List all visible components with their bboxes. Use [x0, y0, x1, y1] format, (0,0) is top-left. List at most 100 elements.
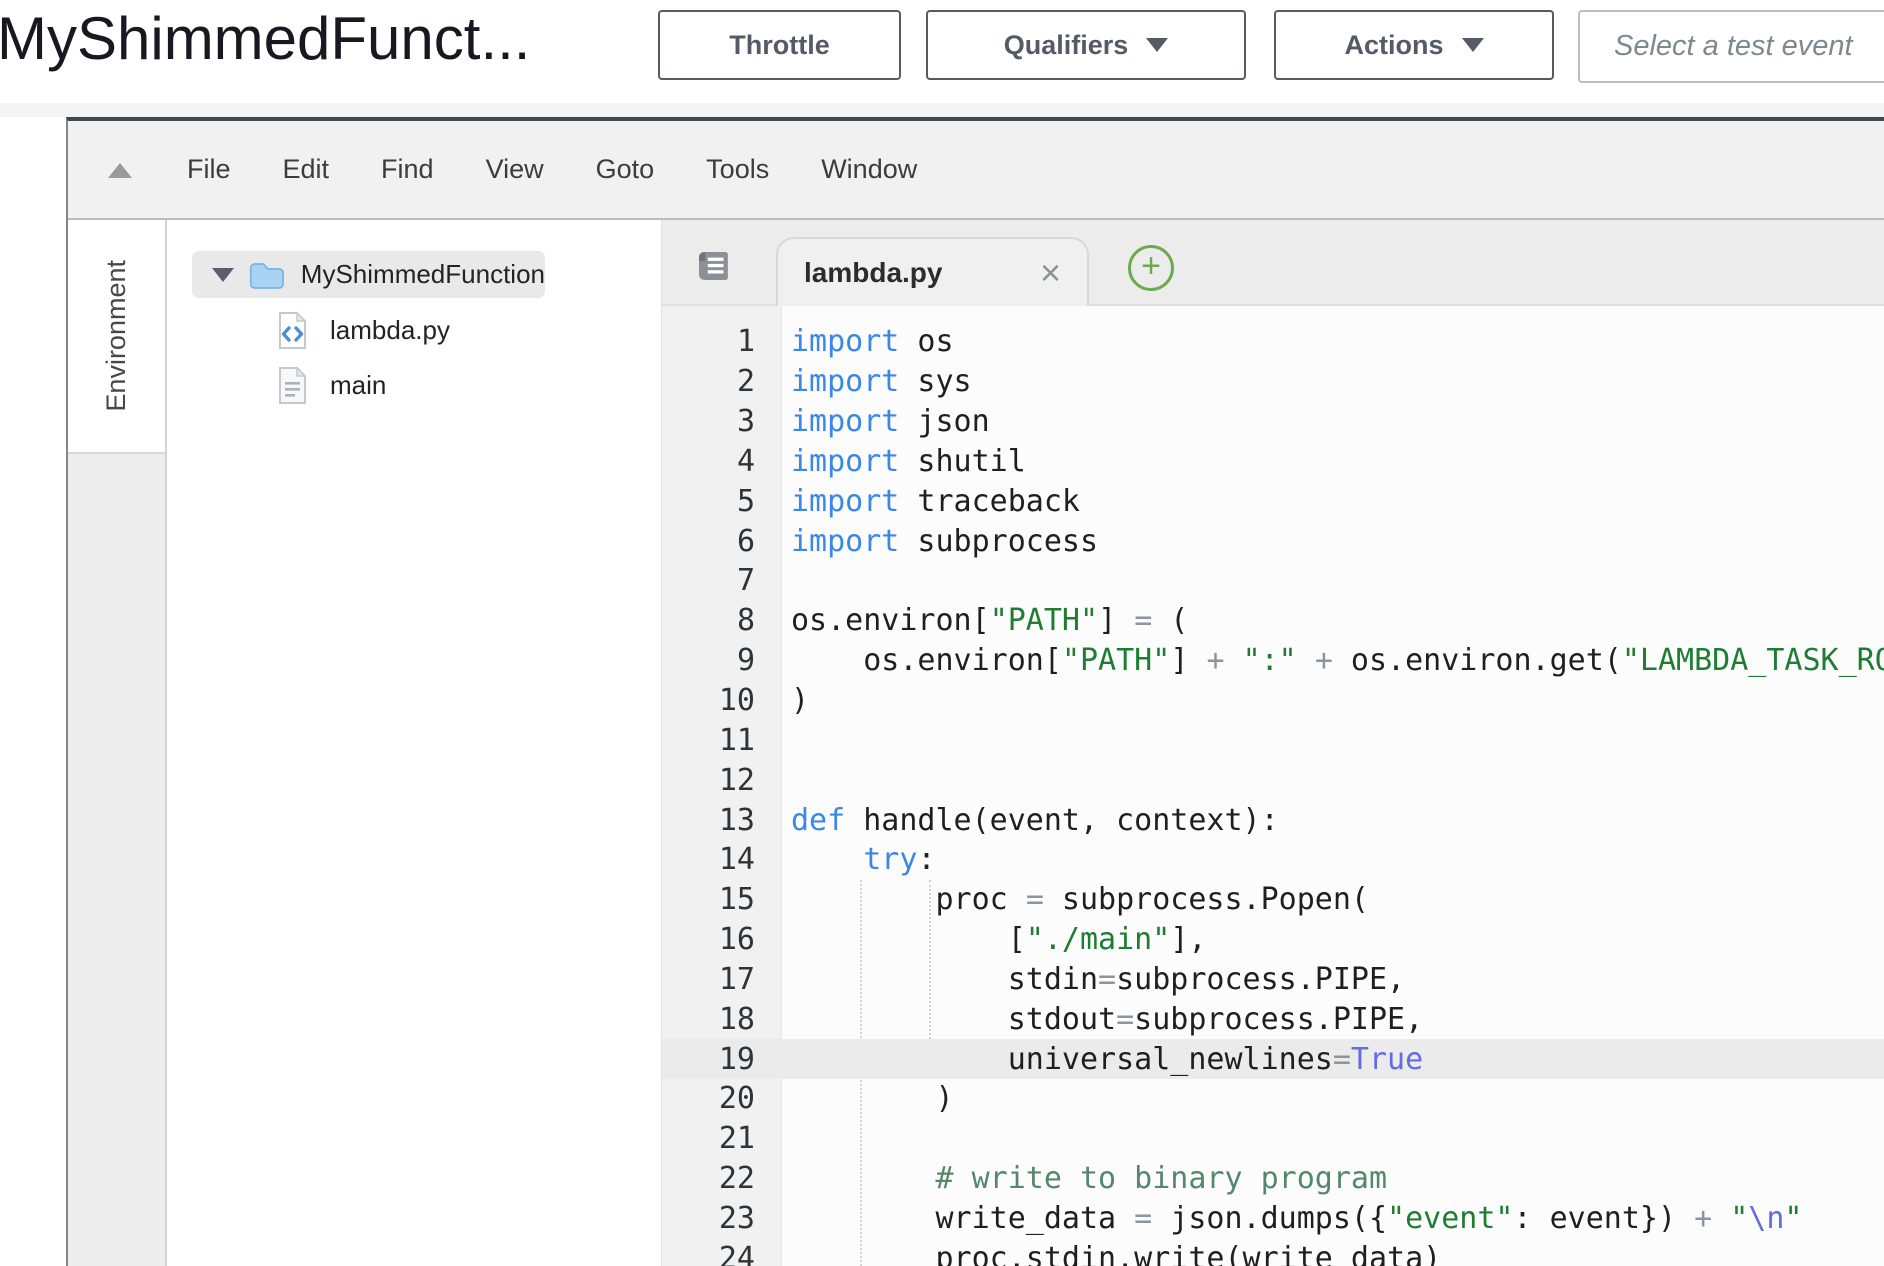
code-line-19[interactable]: 19 universal_newlines=True: [662, 1039, 1884, 1079]
code-line-10[interactable]: 10): [662, 681, 1884, 721]
code-line-9[interactable]: 9 os.environ["PATH"] + ":" + os.environ.…: [662, 641, 1884, 681]
menu-item-view[interactable]: View: [486, 154, 544, 185]
code-text: ["./main"],: [781, 922, 1206, 957]
line-number: 5: [662, 484, 781, 519]
tab-label: lambda.py: [804, 257, 942, 289]
code-line-24[interactable]: 24 proc.stdin.write(write_data): [662, 1238, 1884, 1266]
line-number: 20: [662, 1081, 781, 1116]
environment-tab[interactable]: Environment: [68, 220, 165, 454]
line-number: 6: [662, 524, 781, 559]
code-text: ): [781, 1081, 954, 1116]
line-number: 16: [662, 922, 781, 957]
code-line-12[interactable]: 12: [662, 760, 1884, 800]
code-text: os.environ["PATH"] + ":" + os.environ.ge…: [781, 643, 1884, 678]
folder-icon: [249, 258, 285, 291]
code-text: import subprocess: [781, 524, 1098, 559]
actions-button-label: Actions: [1344, 30, 1443, 61]
code-line-5[interactable]: 5import traceback: [662, 481, 1884, 521]
line-number: 10: [662, 683, 781, 718]
code-text: os.environ["PATH"] = (: [781, 603, 1188, 638]
code-text: try:: [781, 842, 936, 877]
open-files-list-icon[interactable]: [692, 245, 734, 287]
qualifiers-dropdown-button[interactable]: Qualifiers: [926, 10, 1246, 80]
tree-folder-row[interactable]: MyShimmedFunction: [192, 251, 545, 298]
left-panel-strip: Environment: [68, 220, 167, 1266]
code-text: write_data = json.dumps({"event": event}…: [781, 1201, 1802, 1236]
editor-tab-bar: lambda.py × +: [662, 220, 1884, 306]
function-name-title: MyShimmedFunct...: [0, 4, 530, 73]
menu-item-window[interactable]: Window: [821, 154, 917, 185]
folder-expanded-icon[interactable]: [212, 268, 234, 282]
close-tab-icon[interactable]: ×: [1040, 255, 1061, 291]
test-event-placeholder: Select a test event: [1614, 30, 1853, 63]
caret-down-icon: [1462, 38, 1484, 52]
line-number: 1: [662, 324, 781, 359]
code-file-icon: [277, 311, 308, 350]
test-event-select[interactable]: Select a test event: [1578, 10, 1884, 83]
line-number: 23: [662, 1201, 781, 1236]
line-number: 2: [662, 364, 781, 399]
tree-file-main[interactable]: main: [277, 362, 386, 409]
code-text: proc.stdin.write(write_data): [781, 1241, 1441, 1266]
menu-item-find[interactable]: Find: [381, 154, 434, 185]
throttle-button[interactable]: Throttle: [658, 10, 901, 80]
code-line-20[interactable]: 20 ): [662, 1079, 1884, 1119]
code-line-17[interactable]: 17 stdin=subprocess.PIPE,: [662, 960, 1884, 1000]
code-line-3[interactable]: 3import json: [662, 402, 1884, 442]
editor-menu-bar: File Edit Find View Goto Tools Window: [68, 121, 1884, 220]
menu-item-goto[interactable]: Goto: [596, 154, 655, 185]
menu-item-edit[interactable]: Edit: [283, 154, 330, 185]
code-line-4[interactable]: 4import shutil: [662, 442, 1884, 482]
code-line-7[interactable]: 7: [662, 561, 1884, 601]
line-number: 14: [662, 842, 781, 877]
code-line-11[interactable]: 11: [662, 720, 1884, 760]
code-line-22[interactable]: 22 # write to binary program: [662, 1159, 1884, 1199]
throttle-button-label: Throttle: [729, 30, 830, 61]
line-number: 4: [662, 444, 781, 479]
menu-item-file[interactable]: File: [187, 154, 231, 185]
collapse-panel-icon[interactable]: [108, 163, 132, 178]
caret-down-icon: [1146, 38, 1168, 52]
line-number: 9: [662, 643, 781, 678]
code-line-18[interactable]: 18 stdout=subprocess.PIPE,: [662, 999, 1884, 1039]
code-editor-region: lambda.py × + 1import os2import sys3impo…: [661, 220, 1884, 1266]
tree-folder-label: MyShimmedFunction: [301, 259, 545, 290]
line-number: 3: [662, 404, 781, 439]
code-line-15[interactable]: 15 proc = subprocess.Popen(: [662, 880, 1884, 920]
tab-lambda-py[interactable]: lambda.py ×: [776, 237, 1089, 306]
tree-file-lambda-py[interactable]: lambda.py: [277, 307, 450, 354]
line-number: 12: [662, 763, 781, 798]
code-text: import traceback: [781, 484, 1080, 519]
line-number: 15: [662, 882, 781, 917]
line-number: 21: [662, 1121, 781, 1156]
code-line-2[interactable]: 2import sys: [662, 362, 1884, 402]
code-line-21[interactable]: 21: [662, 1119, 1884, 1159]
code-line-1[interactable]: 1import os: [662, 322, 1884, 362]
code-text: import json: [781, 404, 990, 439]
code-line-14[interactable]: 14 try:: [662, 840, 1884, 880]
file-tree-panel: MyShimmedFunction lambda.py ma: [167, 220, 661, 1266]
new-tab-button[interactable]: +: [1128, 245, 1174, 291]
environment-tab-label: Environment: [101, 260, 132, 412]
header-divider-band: [0, 103, 1884, 117]
code-text: import os: [781, 324, 954, 359]
code-line-16[interactable]: 16 ["./main"],: [662, 920, 1884, 960]
line-number: 13: [662, 803, 781, 838]
code-line-23[interactable]: 23 write_data = json.dumps({"event": eve…: [662, 1199, 1884, 1239]
code-line-6[interactable]: 6import subprocess: [662, 521, 1884, 561]
code-line-8[interactable]: 8os.environ["PATH"] = (: [662, 601, 1884, 641]
code-line-13[interactable]: 13def handle(event, context):: [662, 800, 1884, 840]
line-number: 8: [662, 603, 781, 638]
tree-file-label: lambda.py: [330, 315, 450, 346]
line-number: 18: [662, 1002, 781, 1037]
actions-dropdown-button[interactable]: Actions: [1274, 10, 1554, 80]
line-number: 19: [662, 1042, 781, 1077]
cloud9-editor-window: File Edit Find View Goto Tools Window Environm…: [66, 117, 1884, 1266]
menu-item-tools[interactable]: Tools: [706, 154, 769, 185]
code-text: import sys: [781, 364, 972, 399]
code-text: ): [781, 683, 809, 718]
code-lines: 1import os2import sys3import json4import…: [662, 306, 1884, 1266]
console-header: MyShimmedFunct... Throttle Qualifiers Ac…: [0, 0, 1884, 103]
line-number: 22: [662, 1161, 781, 1196]
code-text: stdout=subprocess.PIPE,: [781, 1002, 1423, 1037]
